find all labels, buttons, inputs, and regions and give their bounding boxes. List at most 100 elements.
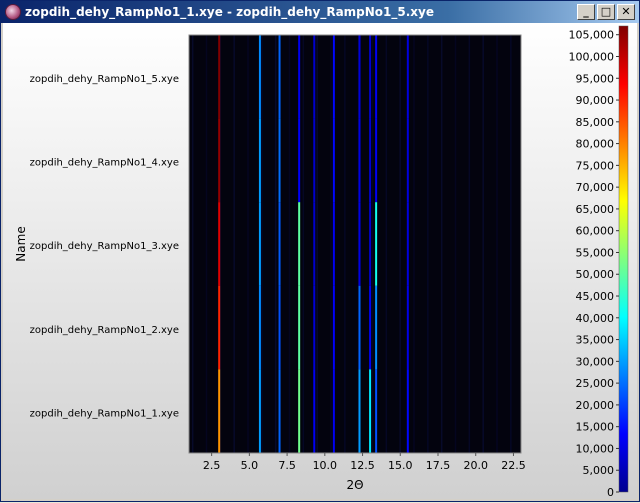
background-band [482, 35, 484, 453]
peak-cell [218, 369, 221, 453]
peak-cell [358, 118, 361, 203]
peak-cell [313, 202, 316, 286]
colorbar-tick-label: 35,000 [576, 334, 615, 347]
colorbar-tick-label: 75,000 [576, 159, 615, 172]
background-band [274, 35, 277, 453]
background-band [454, 35, 457, 453]
peak-cell [218, 202, 221, 286]
x-tick-label: 15.0 [388, 459, 413, 472]
peak-cell [375, 202, 378, 286]
background-band [316, 35, 318, 453]
peak-cell [375, 369, 378, 453]
background-band [440, 35, 443, 453]
colorbar-tick-label: 0 [607, 486, 614, 499]
peak-cell [298, 369, 301, 453]
minimize-button[interactable]: _ [577, 4, 595, 20]
x-axis-label: 2Θ [346, 478, 363, 492]
y-axis-label: Name [14, 226, 28, 261]
peak-cell [332, 202, 335, 286]
colorbar-tick-label: 45,000 [576, 290, 615, 303]
peak-cell [375, 35, 378, 119]
background-band [247, 35, 249, 453]
peak-cell [406, 369, 409, 453]
peak-cell [332, 35, 335, 119]
colorbar-tick-label: 80,000 [576, 138, 615, 151]
colorbar-tick-label: 10,000 [576, 442, 615, 455]
peak-cell [358, 202, 361, 286]
colorbar-tick-label: 90,000 [576, 94, 615, 107]
x-tick-label: 7.5 [278, 459, 296, 472]
colorbar-tick-label: 95,000 [576, 72, 615, 85]
peak-cell [313, 35, 316, 119]
x-tick-label: 17.5 [426, 459, 451, 472]
colorbar-tick-label: 55,000 [576, 246, 615, 259]
peak-cell [406, 202, 409, 286]
peak-cell [278, 369, 281, 453]
app-icon[interactable] [5, 4, 21, 20]
peak-cell [358, 369, 361, 453]
row-label: zopdih_dehy_RampNo1_5.xye [30, 74, 179, 85]
peak-cell [218, 285, 221, 370]
peak-cell [218, 35, 221, 119]
plot-background [189, 35, 521, 453]
peak-cell [258, 202, 261, 286]
peak-cell [369, 35, 372, 119]
peak-cell [258, 369, 261, 453]
close-button[interactable]: ✕ [617, 4, 635, 20]
peak-cell [258, 285, 261, 370]
x-tick-label: 12.5 [350, 459, 375, 472]
colorbar [618, 25, 629, 493]
colorbar-tick-label: 20,000 [576, 399, 615, 412]
heatmap-chart[interactable]: zopdih_dehy_RampNo1_5.xye zopdih_dehy_Ram… [3, 23, 637, 499]
x-tick-label: 10.0 [313, 459, 338, 472]
peak-cell [298, 35, 301, 119]
colorbar-tick-label: 15,000 [576, 421, 615, 434]
peak-cell [406, 118, 409, 203]
background-band [385, 35, 388, 453]
row-label: zopdih_dehy_RampNo1_2.xye [30, 325, 179, 336]
peak-cell [406, 35, 409, 119]
peak-cell [313, 118, 316, 203]
background-band [302, 35, 305, 453]
background-band [468, 35, 471, 453]
colorbar-tick-label: 25,000 [576, 377, 615, 390]
x-tick-label: 20.0 [463, 459, 488, 472]
x-tick-label: 5.0 [241, 459, 259, 472]
peak-cell [406, 285, 409, 370]
background-band [288, 35, 291, 453]
peak-cell [332, 369, 335, 453]
background-band [330, 35, 332, 453]
peak-cell [369, 369, 372, 453]
background-band [233, 35, 235, 453]
row-label: zopdih_dehy_RampNo1_4.xye [30, 158, 179, 169]
peak-cell [258, 118, 261, 203]
peak-cell [258, 35, 261, 119]
peak-cell [369, 118, 372, 203]
maximize-button[interactable]: □ [597, 4, 615, 20]
colorbar-tick-label: 30,000 [576, 355, 615, 368]
peak-cell [278, 285, 281, 370]
colorbar-ticks: 0 5,000 10,000 15,000 20,000 25,000 30,000 35,0… [569, 29, 619, 499]
row-label: zopdih_dehy_RampNo1_1.xye [30, 408, 179, 419]
colorbar-tick-label: 40,000 [576, 312, 615, 325]
background-band [191, 35, 194, 453]
plot-area: zopdih_dehy_RampNo1_5.xye zopdih_dehy_Ram… [3, 23, 637, 499]
title-bar[interactable]: zopdih_dehy_RampNo1_1.xye - zopdih_dehy_… [1, 1, 639, 23]
background-band [510, 35, 512, 453]
peak-cell [278, 202, 281, 286]
peak-cell [332, 285, 335, 370]
window-title: zopdih_dehy_RampNo1_1.xye - zopdih_dehy_… [25, 5, 435, 19]
colorbar-tick-label: 105,000 [569, 29, 615, 42]
colorbar-tick-label: 100,000 [569, 50, 615, 63]
peak-cell [358, 285, 361, 370]
colorbar-tick-label: 5,000 [583, 464, 615, 477]
x-tick-label: 2.5 [203, 459, 221, 472]
background-band [205, 35, 208, 453]
peak-cell [332, 118, 335, 203]
row-label: zopdih_dehy_RampNo1_3.xye [30, 241, 179, 252]
peak-cell [358, 35, 361, 119]
background-band [371, 35, 374, 453]
colorbar-tick-label: 85,000 [576, 116, 615, 129]
colorbar-tick-label: 50,000 [576, 268, 615, 281]
colorbar-tick-label: 70,000 [576, 181, 615, 194]
